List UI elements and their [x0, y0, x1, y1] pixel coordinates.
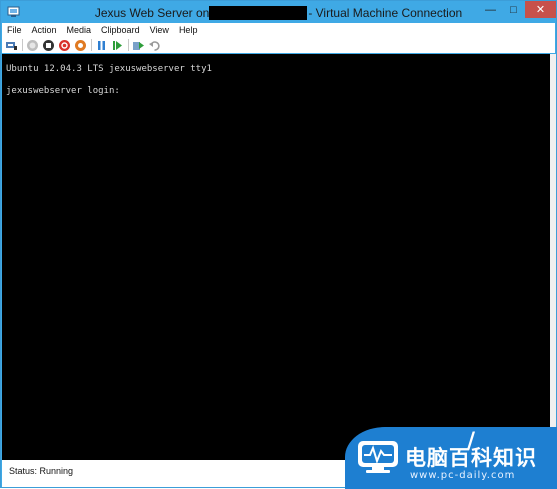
- close-button[interactable]: ✕: [525, 1, 556, 18]
- revert-button[interactable]: [148, 39, 161, 52]
- window-title-prefix: Jexus Web Server on: [94, 5, 210, 20]
- minimize-icon: —: [485, 3, 496, 16]
- menu-help[interactable]: Help: [174, 25, 203, 35]
- toolbar-separator: [22, 39, 23, 51]
- menu-action[interactable]: Action: [27, 25, 62, 35]
- toolbar-separator: [128, 39, 129, 51]
- console-line-banner: Ubuntu 12.04.3 LTS jexuswebserver tty1: [6, 64, 212, 74]
- maximize-icon: □: [510, 3, 517, 16]
- turn-off-icon: [43, 39, 54, 51]
- menu-media[interactable]: Media: [62, 25, 97, 35]
- watermark-url: www.pc-daily.com: [410, 470, 516, 481]
- maximize-button[interactable]: □: [502, 1, 525, 18]
- shut-down-button[interactable]: [58, 39, 71, 52]
- start-icon: [27, 39, 38, 51]
- console-side-strip: [550, 54, 556, 460]
- ctrl-alt-del-button[interactable]: [5, 39, 18, 52]
- window-title: Jexus Web Server on - Virtual Machine Con…: [1, 5, 556, 20]
- title-bar[interactable]: Jexus Web Server on - Virtual Machine Con…: [1, 1, 556, 23]
- checkpoint-icon: [133, 41, 144, 50]
- minimize-button[interactable]: —: [479, 1, 502, 18]
- monitor-logo-icon: [358, 441, 398, 473]
- shut-down-icon: [59, 39, 70, 51]
- vm-connection-window: Jexus Web Server on - Virtual Machine Con…: [0, 0, 557, 489]
- toolbar: [2, 37, 555, 53]
- redacted-host-block: [209, 5, 308, 20]
- resume-icon: [113, 40, 122, 50]
- pause-icon: [98, 40, 105, 50]
- menu-clipboard[interactable]: Clipboard: [96, 25, 145, 35]
- pause-button[interactable]: [95, 39, 108, 52]
- menu-file[interactable]: File: [2, 25, 27, 35]
- watermark-title: 电脑百科知识: [405, 446, 537, 470]
- close-icon: ✕: [535, 4, 546, 16]
- menu-bar: File Action Media Clipboard View Help: [2, 23, 555, 37]
- window-title-suffix: - Virtual Machine Connection: [308, 5, 463, 20]
- revert-icon: [149, 40, 160, 51]
- status-text: Status: Running: [9, 466, 74, 476]
- checkpoint-button[interactable]: [132, 39, 145, 52]
- save-icon: [75, 39, 86, 51]
- save-button[interactable]: [74, 39, 87, 52]
- toolbar-separator: [91, 39, 92, 51]
- vm-console-screen[interactable]: Ubuntu 12.04.3 LTS jexuswebserver tty1 j…: [2, 54, 550, 460]
- start-button[interactable]: [26, 39, 39, 52]
- ctrl-alt-del-icon: [6, 41, 17, 50]
- resume-button[interactable]: [111, 39, 124, 52]
- menu-view[interactable]: View: [145, 25, 174, 35]
- console-line-login-prompt: jexuswebserver login:: [6, 86, 120, 96]
- turn-off-button[interactable]: [42, 39, 55, 52]
